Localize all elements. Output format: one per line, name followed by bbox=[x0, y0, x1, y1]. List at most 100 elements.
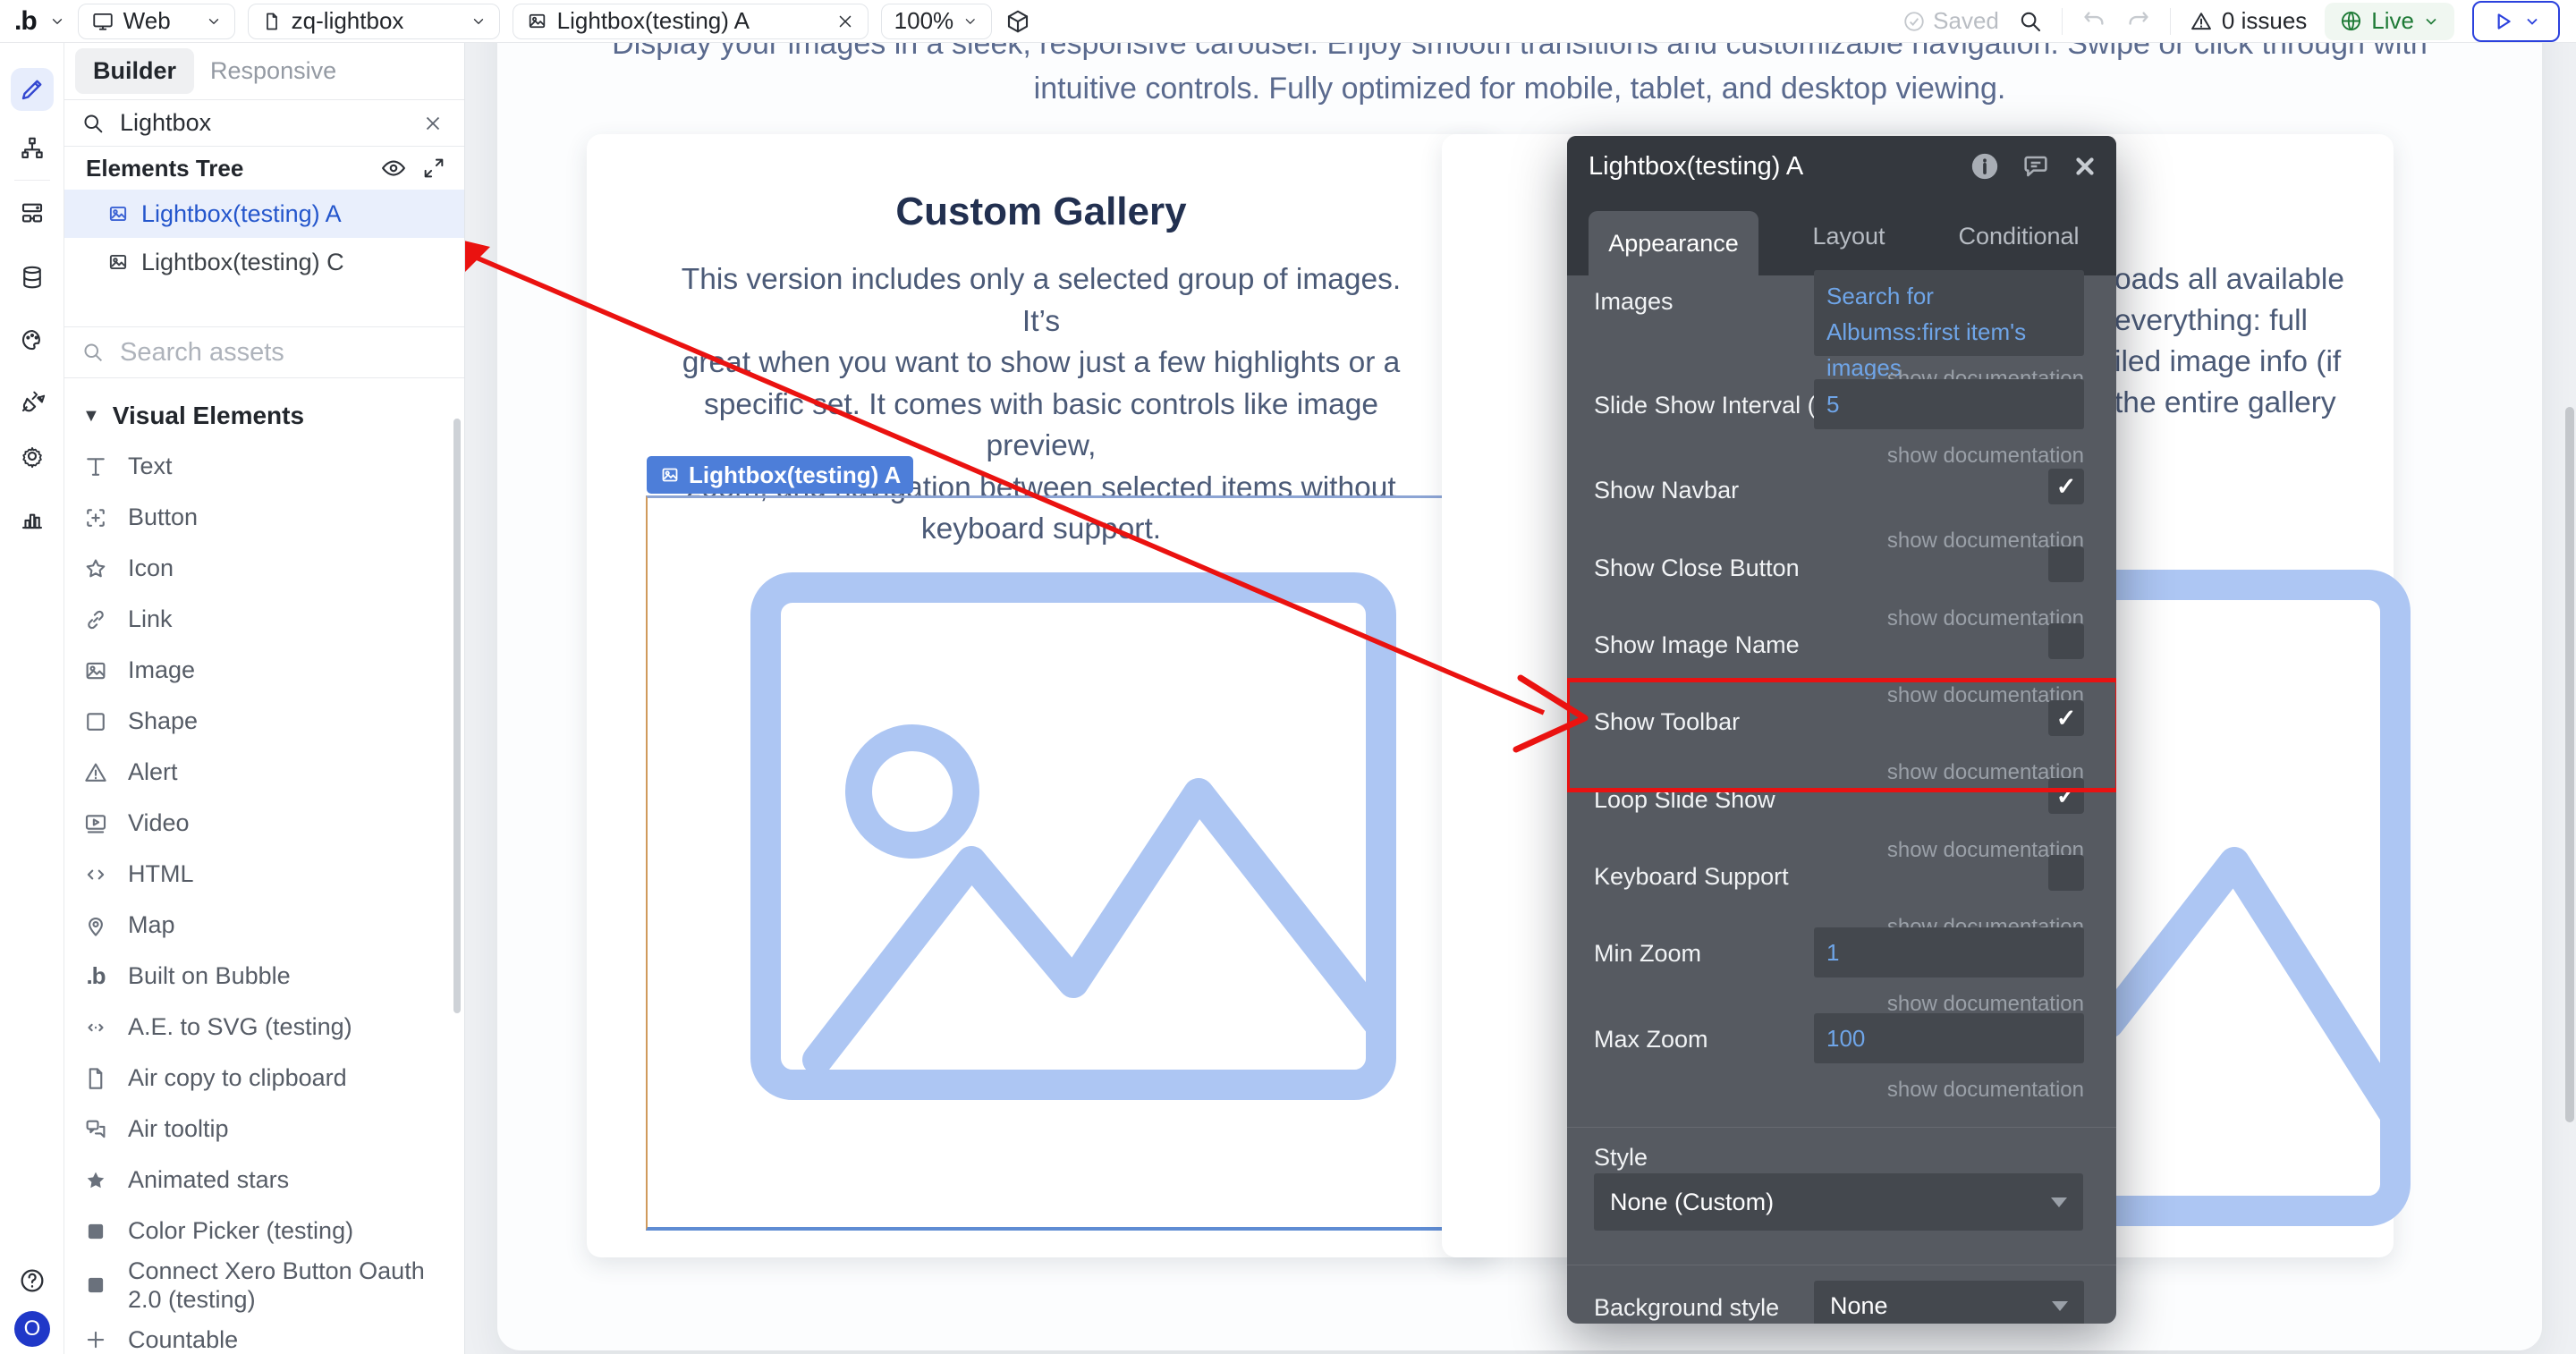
image-name-label: Show Image Name bbox=[1594, 631, 1800, 658]
asset-item[interactable]: Alert bbox=[64, 747, 464, 798]
zoom-selector[interactable]: 100% bbox=[880, 3, 992, 39]
visual-elements-label: Visual Elements bbox=[112, 402, 305, 429]
design-mode-button[interactable] bbox=[11, 68, 54, 111]
close-icon[interactable] bbox=[835, 12, 855, 31]
custom-gallery-card[interactable]: Custom Gallery This version includes onl… bbox=[587, 134, 1496, 1257]
app-selector[interactable]: zq-lightbox bbox=[247, 3, 500, 39]
doc-link[interactable]: show documentation bbox=[1887, 1078, 2084, 1103]
navbar-checkbox[interactable] bbox=[2048, 469, 2084, 504]
asset-search-input[interactable]: Search assets bbox=[64, 326, 464, 378]
search-icon bbox=[84, 114, 103, 132]
close-icon[interactable] bbox=[2072, 153, 2098, 180]
asset-item[interactable]: Shape bbox=[64, 696, 464, 747]
divider bbox=[1567, 1127, 2116, 1128]
redo-icon[interactable] bbox=[2125, 8, 2152, 35]
help-button[interactable] bbox=[11, 1263, 54, 1299]
asset-item[interactable]: Animated stars bbox=[64, 1155, 464, 1206]
info-icon[interactable] bbox=[1970, 151, 2000, 182]
asset-item[interactable]: Text bbox=[64, 441, 464, 492]
show-toolbar-checkbox[interactable] bbox=[2048, 700, 2084, 736]
tab-layout[interactable]: Layout bbox=[1782, 197, 1916, 275]
workflow-button[interactable] bbox=[11, 191, 54, 234]
tab-title: Lightbox(testing) A bbox=[556, 7, 750, 34]
preview-run-button[interactable] bbox=[2472, 0, 2560, 42]
tab-appearance[interactable]: Appearance bbox=[1589, 211, 1758, 275]
window-scrollbar[interactable] bbox=[2565, 407, 2574, 1122]
loop-checkbox[interactable] bbox=[2048, 778, 2084, 814]
map-pin-icon bbox=[80, 910, 111, 941]
doc-link[interactable]: show documentation bbox=[1887, 444, 2084, 469]
tree-item-lightbox-a[interactable]: Lightbox(testing) A bbox=[64, 190, 464, 238]
property-editor-titlebar[interactable]: Lightbox(testing) A bbox=[1567, 136, 2116, 197]
asset-item[interactable]: Icon bbox=[64, 543, 464, 594]
asset-item[interactable]: Video bbox=[64, 798, 464, 849]
visual-elements-section[interactable]: ▼ Visual Elements bbox=[64, 378, 464, 441]
styles-button[interactable] bbox=[11, 318, 54, 361]
panel-scrollbar[interactable] bbox=[453, 419, 461, 1013]
search-icon bbox=[84, 343, 103, 362]
tab-conditional[interactable]: Conditional bbox=[1934, 197, 2104, 275]
selected-element-badge[interactable]: Lightbox(testing) A bbox=[647, 456, 914, 494]
component-cube-icon[interactable] bbox=[1004, 8, 1031, 35]
chevron-down-icon[interactable] bbox=[49, 13, 65, 30]
max-zoom-input[interactable]: 100 bbox=[1814, 1013, 2084, 1063]
settings-button[interactable] bbox=[11, 435, 54, 478]
tab-builder[interactable]: Builder bbox=[75, 48, 195, 94]
live-version-selector[interactable]: Live bbox=[2325, 2, 2454, 40]
tree-item-lightbox-c[interactable]: Lightbox(testing) C bbox=[64, 238, 464, 286]
close-button-checkbox[interactable] bbox=[2048, 546, 2084, 582]
keyboard-checkbox[interactable] bbox=[2048, 855, 2084, 891]
asset-item[interactable]: Air tooltip bbox=[64, 1104, 464, 1155]
min-zoom-label: Min Zoom bbox=[1594, 940, 1702, 967]
asset-item[interactable]: Map bbox=[64, 900, 464, 951]
eye-icon[interactable] bbox=[380, 155, 407, 182]
asset-item[interactable]: Connect Xero Button Oauth 2.0 (testing) bbox=[64, 1257, 464, 1315]
style-dropdown[interactable]: None (Custom) bbox=[1594, 1173, 2083, 1231]
asset-item[interactable]: .b Built on Bubble bbox=[64, 951, 464, 1002]
asset-item[interactable]: A.E. to SVG (testing) bbox=[64, 1002, 464, 1053]
lightbox-element[interactable] bbox=[646, 495, 1494, 1231]
divider bbox=[14, 180, 50, 181]
elements-tree-button[interactable] bbox=[11, 127, 54, 170]
asset-item[interactable]: Image bbox=[64, 645, 464, 696]
plug-icon bbox=[21, 391, 46, 412]
property-editor[interactable]: Lightbox(testing) A Appearance Layout Co… bbox=[1567, 136, 2116, 1324]
avatar[interactable]: O bbox=[14, 1311, 50, 1347]
interval-input[interactable]: 5 bbox=[1814, 379, 2084, 429]
data-button[interactable] bbox=[11, 256, 54, 299]
show-toolbar-label: Show Toolbar bbox=[1594, 708, 1741, 735]
page-background[interactable]: Display your images in a sleek, responsi… bbox=[497, 43, 2542, 1350]
background-style-dropdown[interactable]: None bbox=[1814, 1281, 2084, 1324]
logs-button[interactable] bbox=[11, 497, 54, 540]
search-icon[interactable] bbox=[2017, 8, 2044, 35]
open-element-tab[interactable]: Lightbox(testing) A bbox=[512, 3, 869, 39]
editor-canvas[interactable]: Display your images in a sleek, responsi… bbox=[465, 43, 2576, 1354]
left-icon-rail: O bbox=[0, 43, 64, 1354]
clear-search-icon[interactable] bbox=[421, 112, 445, 135]
check-circle-icon bbox=[1904, 11, 1924, 31]
bar-chart-icon bbox=[21, 513, 43, 529]
html-icon bbox=[80, 859, 111, 890]
asset-item[interactable]: Color Picker (testing) bbox=[64, 1206, 464, 1257]
asset-item[interactable]: Link bbox=[64, 594, 464, 645]
comment-icon[interactable] bbox=[2021, 152, 2050, 181]
image-icon bbox=[529, 13, 545, 29]
asset-item[interactable]: HTML bbox=[64, 849, 464, 900]
environment-selector[interactable]: Web bbox=[77, 3, 235, 39]
app-name: zq-lightbox bbox=[291, 7, 404, 34]
star-filled-icon bbox=[80, 1165, 111, 1196]
element-search-input[interactable]: Lightbox bbox=[64, 100, 464, 147]
bubble-logo[interactable]: .b bbox=[14, 6, 38, 37]
image-name-checkbox[interactable] bbox=[2048, 623, 2084, 659]
issues-indicator[interactable]: 0 issues bbox=[2189, 7, 2307, 35]
images-value-input[interactable]: Search for Albumss:first item's images bbox=[1814, 270, 2084, 381]
plugins-button[interactable] bbox=[11, 380, 54, 423]
undo-icon[interactable] bbox=[2080, 8, 2107, 35]
divider bbox=[2169, 7, 2171, 35]
expand-icon[interactable] bbox=[421, 156, 446, 181]
asset-item[interactable]: Air copy to clipboard bbox=[64, 1053, 464, 1104]
tab-responsive[interactable]: Responsive bbox=[210, 57, 336, 85]
asset-item[interactable]: Countable bbox=[64, 1315, 464, 1354]
asset-item[interactable]: Button bbox=[64, 492, 464, 543]
min-zoom-input[interactable]: 1 bbox=[1814, 927, 2084, 977]
